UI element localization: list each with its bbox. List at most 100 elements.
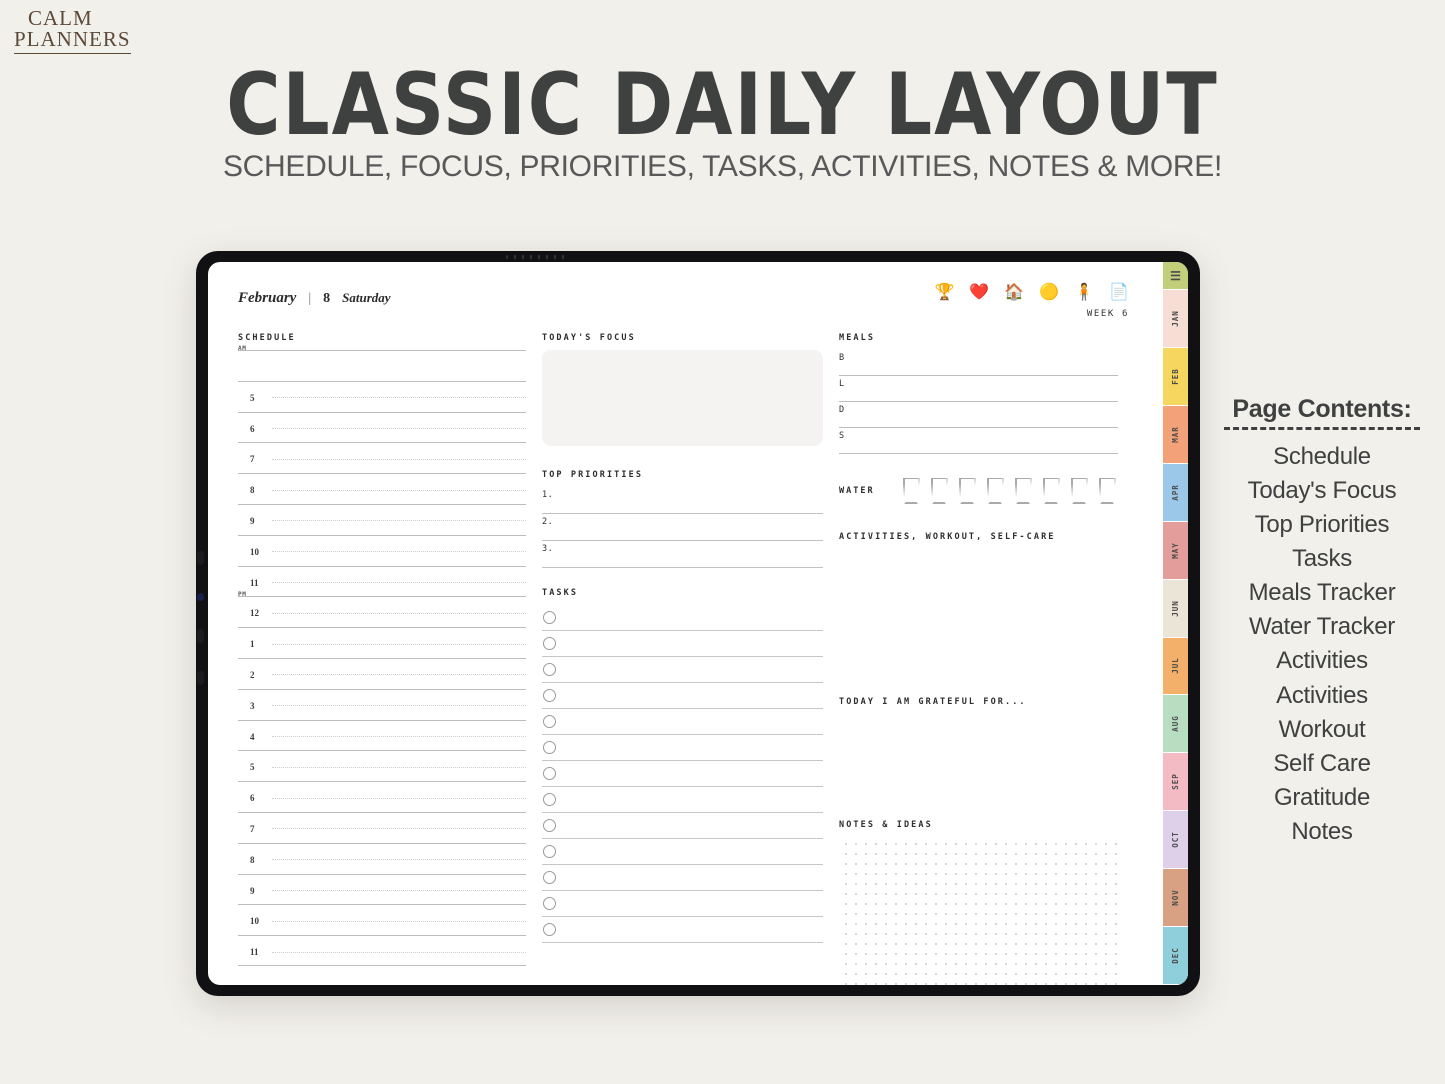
- task-row[interactable]: [542, 735, 823, 761]
- trophy-icon[interactable]: 🏆: [934, 284, 954, 300]
- task-row[interactable]: [542, 761, 823, 787]
- schedule-row[interactable]: AM: [238, 345, 526, 381]
- task-checkbox-icon[interactable]: [543, 611, 556, 624]
- task-row[interactable]: [542, 865, 823, 891]
- schedule-row[interactable]: 7: [238, 442, 526, 473]
- month-tab-dec[interactable]: DEC: [1163, 927, 1188, 985]
- activities-input[interactable]: [839, 549, 1118, 605]
- heart-icon[interactable]: ❤️: [969, 284, 989, 300]
- task-checkbox-icon[interactable]: [543, 897, 556, 910]
- schedule-row[interactable]: 8: [238, 842, 526, 874]
- task-row[interactable]: [542, 813, 823, 839]
- priority-row[interactable]: 2.: [542, 514, 823, 541]
- month-tab-apr[interactable]: APR: [1163, 463, 1188, 522]
- month-tab-jul[interactable]: JUL: [1163, 637, 1188, 696]
- task-checkbox-icon[interactable]: [543, 845, 556, 858]
- schedule-grid[interactable]: AM 5 6 7 8 9 10 11 PM 12 1 2 3 4 5 6 7 8 9 10 11: [238, 345, 526, 966]
- tablet-device: February | 8 Saturday 🏆 ❤️ 🏠 🟡 🧍 📄 WEEK 6 SCH…: [196, 251, 1200, 996]
- task-checkbox-icon[interactable]: [543, 715, 556, 728]
- schedule-row[interactable]: 11: [238, 565, 526, 597]
- priority-row[interactable]: 3.: [542, 541, 823, 568]
- task-checkbox-icon[interactable]: [543, 767, 556, 780]
- power-button[interactable]: [197, 629, 204, 643]
- schedule-row[interactable]: 5: [238, 380, 526, 412]
- schedule-half-hour-line: [272, 674, 526, 676]
- focus-input[interactable]: [542, 350, 823, 446]
- schedule-row[interactable]: 6: [238, 411, 526, 443]
- hamburger-menu-icon[interactable]: ☰: [1163, 262, 1188, 290]
- schedule-row[interactable]: PM 12: [238, 591, 526, 627]
- schedule-row[interactable]: 11: [238, 935, 526, 966]
- priority-row[interactable]: 1.: [542, 487, 823, 514]
- water-glass-icon[interactable]: [986, 478, 1004, 504]
- date-day[interactable]: 8: [323, 291, 330, 307]
- sun-circle-icon[interactable]: 🟡: [1039, 284, 1059, 300]
- water-glass-icon[interactable]: [1070, 478, 1088, 504]
- task-checkbox-icon[interactable]: [543, 871, 556, 884]
- task-checkbox-icon[interactable]: [543, 689, 556, 702]
- month-tab-feb[interactable]: FEB: [1163, 347, 1188, 406]
- schedule-row[interactable]: 1: [238, 627, 526, 658]
- task-checkbox-icon[interactable]: [543, 819, 556, 832]
- page-contents-item: Tasks: [1292, 545, 1352, 573]
- task-row[interactable]: [542, 787, 823, 813]
- month-tab-oct[interactable]: OCT: [1163, 811, 1188, 870]
- month-tab-mar[interactable]: MAR: [1163, 405, 1188, 464]
- schedule-row[interactable]: 9: [238, 873, 526, 905]
- date-month[interactable]: February: [238, 290, 296, 307]
- schedule-hour-label: 10: [250, 916, 259, 927]
- page-contents-divider: [1224, 427, 1420, 430]
- focus-column: TODAY'S FOCUS TOP PRIORITIES 1. 2. 3. TA…: [542, 333, 823, 985]
- task-checkbox-icon[interactable]: [543, 637, 556, 650]
- task-checkbox-icon[interactable]: [543, 741, 556, 754]
- task-row[interactable]: [542, 709, 823, 735]
- month-tab-jun[interactable]: JUN: [1163, 579, 1188, 638]
- tablet-screen: February | 8 Saturday 🏆 ❤️ 🏠 🟡 🧍 📄 WEEK 6 SCH…: [208, 262, 1188, 985]
- schedule-row[interactable]: 10: [238, 534, 526, 566]
- meal-row-s[interactable]: S: [839, 428, 1118, 454]
- document-icon[interactable]: 📄: [1109, 284, 1129, 300]
- volume-button[interactable]: [197, 551, 204, 565]
- meal-row-d[interactable]: D: [839, 402, 1118, 428]
- task-checkbox-icon[interactable]: [543, 923, 556, 936]
- notes-dotgrid-input[interactable]: [839, 837, 1118, 985]
- water-glass-icon[interactable]: [902, 478, 920, 504]
- month-tab-aug[interactable]: AUG: [1163, 695, 1188, 754]
- task-checkbox-icon[interactable]: [543, 793, 556, 806]
- task-checkbox-icon[interactable]: [543, 663, 556, 676]
- task-row[interactable]: [542, 839, 823, 865]
- task-row[interactable]: [542, 631, 823, 657]
- month-tab-may[interactable]: MAY: [1163, 521, 1188, 580]
- schedule-row[interactable]: 6: [238, 781, 526, 812]
- schedule-row[interactable]: 2: [238, 657, 526, 689]
- schedule-hour-label: 7: [250, 823, 255, 834]
- month-tab-sep[interactable]: SEP: [1163, 753, 1188, 812]
- bezel-buttons: [197, 551, 205, 711]
- schedule-half-hour-line: [272, 643, 526, 645]
- schedule-row[interactable]: 7: [238, 811, 526, 843]
- task-row[interactable]: [542, 683, 823, 709]
- task-row[interactable]: [542, 605, 823, 631]
- meal-row-l[interactable]: L: [839, 376, 1118, 402]
- schedule-row[interactable]: 8: [238, 473, 526, 504]
- water-glass-icon[interactable]: [1014, 478, 1032, 504]
- person-icon[interactable]: 🧍: [1074, 284, 1094, 300]
- house-icon[interactable]: 🏠: [1004, 284, 1024, 300]
- schedule-row[interactable]: 4: [238, 719, 526, 751]
- water-glass-icon[interactable]: [1098, 478, 1116, 504]
- schedule-row[interactable]: 3: [238, 688, 526, 720]
- task-row[interactable]: [542, 891, 823, 917]
- schedule-row[interactable]: 5: [238, 750, 526, 781]
- schedule-row[interactable]: 9: [238, 503, 526, 535]
- task-row[interactable]: [542, 657, 823, 683]
- water-glass-icon[interactable]: [930, 478, 948, 504]
- month-tab-jan[interactable]: JAN: [1163, 290, 1188, 348]
- water-glass-icon[interactable]: [958, 478, 976, 504]
- month-tab-nov[interactable]: NOV: [1163, 869, 1188, 928]
- page-contents-item: Meals Tracker: [1248, 579, 1396, 607]
- gratitude-input[interactable]: [839, 714, 1118, 734]
- meal-row-b[interactable]: B: [839, 350, 1118, 376]
- schedule-row[interactable]: 10: [238, 904, 526, 935]
- water-glass-icon[interactable]: [1042, 478, 1060, 504]
- task-row[interactable]: [542, 917, 823, 943]
